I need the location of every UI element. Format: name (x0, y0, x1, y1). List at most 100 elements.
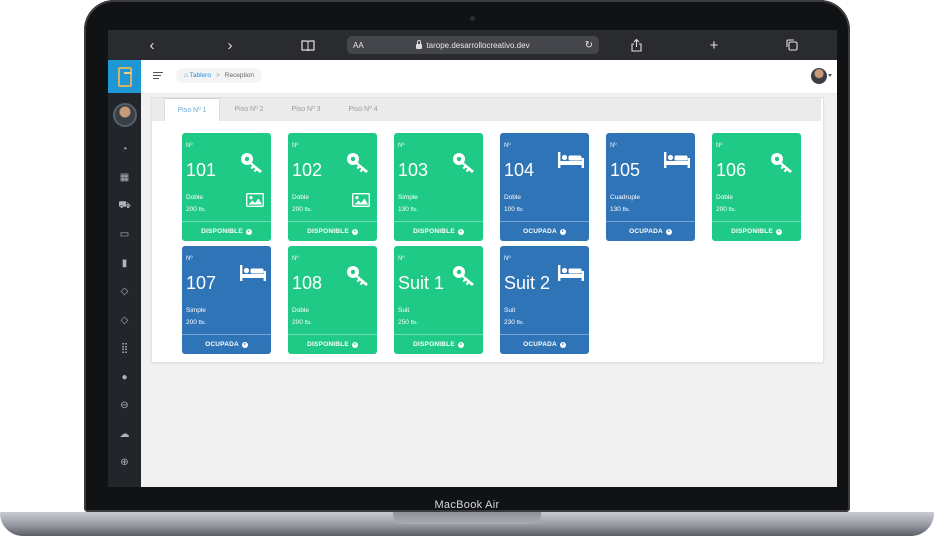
text-size-button[interactable]: AA (353, 41, 364, 50)
tab-floor-1[interactable]: Piso Nº 1 (164, 98, 220, 121)
image-icon[interactable] (245, 192, 265, 208)
arrow-circle-right-icon (245, 228, 252, 235)
room-card[interactable]: Nº 106 Doble 200 Bs. DISPONIBLE (712, 133, 801, 241)
address-bar[interactable]: AA tarope.desarrollocreativo.dev ↻ (347, 36, 599, 54)
room-card[interactable]: Nº 107 Simple 200 Bs. OCUPADA (182, 246, 271, 354)
room-status-button[interactable]: DISPONIBLE (182, 221, 271, 241)
room-status-button[interactable]: DISPONIBLE (394, 334, 483, 354)
back-button[interactable]: ‹ (139, 30, 165, 60)
chevron-down-icon[interactable] (828, 74, 832, 77)
room-number-label: Nº (186, 256, 193, 262)
share-icon (630, 38, 642, 52)
room-number: 105 (610, 160, 641, 180)
sidebar-item-3[interactable]: ▭ (108, 221, 141, 250)
sidebar-item-1[interactable]: ▦ (108, 164, 141, 193)
sidebar-item-4[interactable]: ▮ (108, 249, 141, 278)
circle-icon: ● (121, 371, 128, 383)
room-price-currency: Bs. (410, 207, 418, 213)
forward-icon: › (227, 36, 233, 54)
new-tab-button[interactable]: + (701, 30, 727, 60)
room-status-button[interactable]: DISPONIBLE (288, 221, 377, 241)
sidebar-item-0[interactable]: ◔ (108, 135, 141, 164)
key-icon (451, 264, 477, 286)
room-status-button[interactable]: OCUPADA (182, 334, 271, 354)
key-icon (345, 151, 371, 173)
sidebar-item-5[interactable]: ◇ (108, 278, 141, 307)
sidebar-item-11[interactable]: ⊕ (108, 449, 141, 478)
room-card[interactable]: Nº 101 Doble 200 Bs. DISPONIBLE (182, 133, 271, 241)
app-logo[interactable] (108, 60, 141, 93)
cloud-icon: ☁ (119, 428, 130, 440)
room-type: Suit (504, 307, 516, 314)
tab-floor-2[interactable]: Piso Nº 2 (221, 98, 277, 121)
arrow-circle-right-icon (241, 341, 248, 348)
room-status-button[interactable]: DISPONIBLE (712, 221, 801, 241)
tabs-overview-button[interactable] (779, 30, 805, 60)
room-price-value: 200 (186, 319, 197, 326)
room-status-button[interactable]: DISPONIBLE (394, 221, 483, 241)
room-number-label: Nº (610, 143, 617, 149)
room-type: Simple (398, 194, 418, 201)
hotel-key-logo-icon (117, 66, 132, 87)
menu-toggle-icon[interactable] (153, 72, 163, 81)
room-price: 200 Bs. (186, 319, 206, 326)
forward-button[interactable]: › (217, 30, 243, 60)
key-icon (345, 264, 371, 286)
room-price-currency: Bs. (304, 320, 312, 326)
room-card[interactable]: Nº 105 Cuadruple 130 Bs. OCUPADA (606, 133, 695, 241)
sidebar-item-2[interactable]: ⛟ (108, 192, 141, 221)
room-status-button[interactable]: OCUPADA (500, 221, 589, 241)
room-price-currency: Bs. (410, 320, 418, 326)
sidebar-avatar[interactable] (112, 103, 137, 127)
room-status-label: DISPONIBLE (413, 341, 455, 348)
arrow-circle-right-icon (559, 341, 566, 348)
dashboard-icon: ◔ (121, 143, 128, 155)
arrow-circle-right-icon (559, 228, 566, 235)
share-button[interactable] (623, 30, 649, 60)
reload-icon[interactable]: ↻ (585, 40, 593, 51)
key-icon (239, 151, 265, 173)
room-card[interactable]: Nº 102 Doble 200 Bs. DISPONIBLE (288, 133, 377, 241)
user-avatar[interactable] (811, 68, 827, 84)
room-card[interactable]: Nº 103 Simple 130 Bs. DISPONIBLE (394, 133, 483, 241)
device-label: MacBook Air (434, 499, 500, 511)
room-type: Doble (186, 194, 203, 201)
room-status-label: DISPONIBLE (731, 228, 773, 235)
tab-floor-3[interactable]: Piso Nº 3 (278, 98, 334, 121)
room-type: Simple (186, 307, 206, 314)
sidebar-item-7[interactable]: ⣿ (108, 335, 141, 364)
breadcrumb-home-label: Tablero (189, 72, 211, 79)
room-price: 200 Bs. (716, 206, 736, 213)
sidebar-item-8[interactable]: ● (108, 363, 141, 392)
room-number: 106 (716, 160, 747, 180)
arrow-circle-right-icon (665, 228, 672, 235)
room-price: 200 Bs. (186, 206, 206, 213)
reader-button[interactable] (295, 30, 321, 60)
room-card[interactable]: Nº Suit 2 Suit 230 Bs. OCUPADA (500, 246, 589, 354)
arrow-circle-right-icon (351, 341, 358, 348)
room-card[interactable]: Nº 104 Doble 100 Bs. OCUPADA (500, 133, 589, 241)
sidebar-item-6[interactable]: ◇ (108, 306, 141, 335)
breadcrumb-current: Reception (224, 72, 255, 79)
room-price-value: 130 (398, 206, 409, 213)
tag-icon: ◇ (120, 286, 129, 298)
room-card[interactable]: Nº Suit 1 Suit 250 Bs. DISPONIBLE (394, 246, 483, 354)
sidebar-item-10[interactable]: ☁ (108, 420, 141, 449)
sidebar-item-9[interactable]: ⊖ (108, 392, 141, 421)
room-price: 130 Bs. (398, 206, 418, 213)
bed-icon (557, 151, 584, 173)
room-status-button[interactable]: DISPONIBLE (288, 334, 377, 354)
room-status-button[interactable]: OCUPADA (500, 334, 589, 354)
lock-icon (416, 39, 423, 49)
room-type: Doble (716, 194, 733, 201)
room-number: 104 (504, 160, 535, 180)
tab-floor-4[interactable]: Piso Nº 4 (335, 98, 391, 121)
room-number: 108 (292, 273, 323, 293)
screen: ‹ › AA tarope.desarrollocreativo.dev ↻ +… (108, 30, 837, 487)
rooms-panel: Piso Nº 1 Piso Nº 2 Piso Nº 3 Piso Nº 4 Nº 1… (151, 97, 824, 363)
room-status-button[interactable]: OCUPADA (606, 221, 695, 241)
room-card[interactable]: Nº 108 Doble 200 Bs. DISPONIBLE (288, 246, 377, 354)
image-icon[interactable] (351, 192, 371, 208)
breadcrumb-home[interactable]: ⌂ Tablero (184, 72, 211, 79)
room-price-value: 130 (610, 206, 621, 213)
